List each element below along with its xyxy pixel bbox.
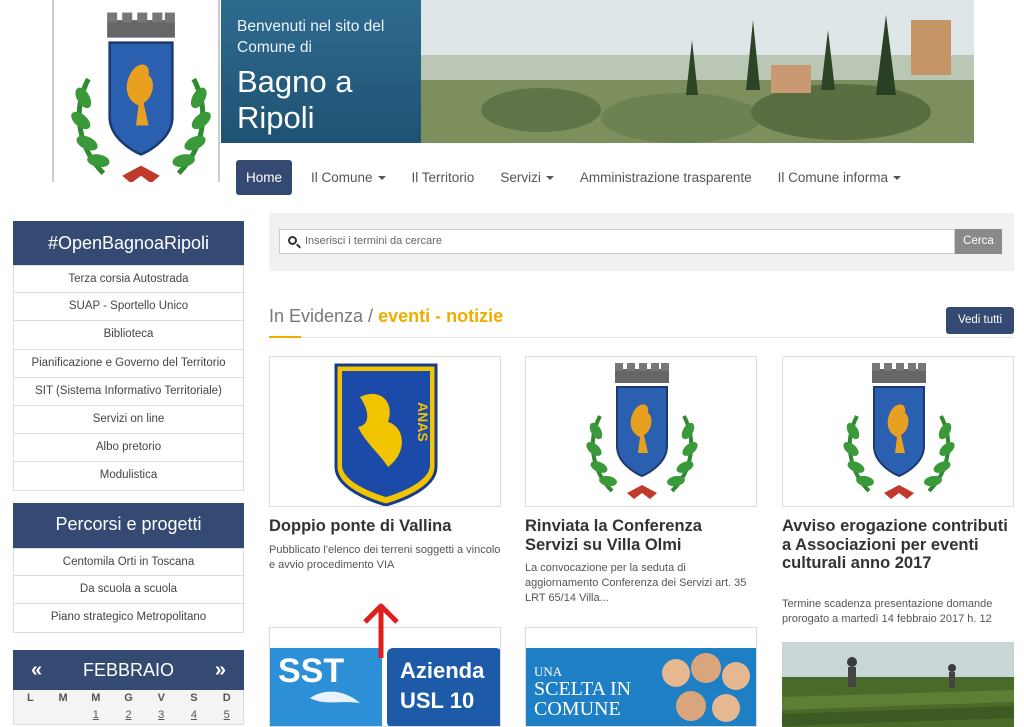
calendar-day[interactable]: 3 [145, 707, 178, 724]
nav-amministrazione-trasparente[interactable]: Amministrazione trasparente [567, 160, 765, 195]
calendar-prev-button[interactable]: « [31, 659, 42, 682]
view-all-button[interactable]: Vedi tutti [946, 307, 1014, 334]
banner-landscape-photo [421, 0, 974, 143]
calendar-weekday: V [157, 692, 165, 704]
calendar-weekday: D [222, 692, 231, 704]
sidebar-item[interactable]: Modulistica [13, 462, 244, 491]
sidebar-item[interactable]: SUAP - Sportello Unico [13, 293, 244, 322]
search-icon [288, 236, 297, 245]
banner-welcome-text: Benvenuti nel sito del Comune di [237, 18, 385, 56]
card-title[interactable]: Avviso erogazione contributi a Associazi… [782, 517, 1014, 573]
caret-down-icon [377, 176, 386, 181]
caret-down-icon [892, 176, 901, 181]
sidebar-item[interactable]: Biblioteca [13, 321, 244, 350]
nav-il-comune[interactable]: Il Comune [298, 160, 399, 195]
search-placeholder: Inserisci i termini da cercare [305, 235, 442, 247]
calendar-day[interactable]: 4 [178, 707, 211, 724]
scelta-line3: COMUNE [534, 698, 621, 720]
card-image-field[interactable] [782, 642, 1014, 727]
card-excerpt: Termine scadenza presentazione domande p… [782, 598, 993, 625]
calendar-day [47, 707, 80, 724]
calendar-weekday: S [190, 692, 198, 704]
usl-badge-left: SST [278, 652, 345, 690]
calendar-header: « FEBBRAIO » [13, 650, 244, 690]
search-button[interactable]: Cerca [955, 229, 1002, 254]
site-crest[interactable] [52, 0, 220, 182]
banner-welcome: Benvenuti nel sito del Comune di Bagno a… [221, 0, 421, 143]
section-underline [269, 336, 301, 338]
usl-badge-right-1: Azienda [400, 658, 485, 683]
sidebar-item[interactable]: Centomila Orti in Toscana [13, 548, 244, 577]
card-title[interactable]: Rinviata la Conferenza Servizi su Villa … [525, 517, 757, 554]
red-arrow-annotation [363, 603, 399, 658]
calendar-weekday: M [91, 692, 101, 704]
nav-il-comune-informa-label: Il Comune informa [777, 170, 888, 185]
crest-logo-icon [54, 0, 218, 182]
calendar-day[interactable]: 5 [210, 707, 243, 724]
card-image-anas[interactable]: ANAS [269, 356, 501, 507]
search-panel: Inserisci i termini da cercare Cerca [269, 213, 1014, 271]
crest-logo-icon [838, 361, 960, 501]
section-title-highlight[interactable]: eventi - notizie [378, 306, 503, 326]
main-nav: Home Il Comune Il Territorio Servizi Amm… [236, 160, 914, 195]
nav-il-comune-informa[interactable]: Il Comune informa [765, 160, 914, 195]
sidebar-item[interactable]: SIT (Sistema Informativo Territoriale) [13, 377, 244, 406]
calendar-day[interactable]: 1 [79, 707, 112, 724]
sidebar-item[interactable]: Servizi on line [13, 405, 244, 435]
card-title[interactable]: Doppio ponte di Vallina [269, 517, 501, 536]
nav-il-territorio[interactable]: Il Territorio [399, 160, 488, 195]
card-image-crest[interactable] [782, 356, 1014, 507]
nav-home[interactable]: Home [236, 160, 293, 195]
crest-logo-icon [581, 361, 703, 501]
calendar-grid: L M M G V S D 1 2 3 4 5 [13, 690, 244, 725]
search-input[interactable]: Inserisci i termini da cercare [279, 229, 955, 254]
calendar-next-button[interactable]: » [215, 659, 226, 682]
nav-servizi-label: Servizi [500, 170, 541, 185]
calendar-month: FEBBRAIO [82, 659, 175, 680]
calendar-weekday: G [124, 692, 133, 704]
sidebar-open-list: Terza corsia Autostrada SUAP - Sportello… [13, 265, 244, 491]
caret-down-icon [545, 176, 554, 181]
section-divider [301, 337, 1014, 338]
sidebar-item[interactable]: Pianificazione e Governo del Territorio [13, 349, 244, 378]
section-title-prefix: In Evidenza / [269, 306, 374, 326]
banner-site-name: Bagno a Ripoli [237, 64, 353, 135]
sidebar-percorsi-title: Percorsi e progetti [13, 503, 244, 548]
svg-text:ANAS: ANAS [415, 402, 431, 442]
sidebar-item[interactable]: Albo pretorio [13, 434, 244, 463]
nav-il-comune-label: Il Comune [311, 170, 373, 185]
sidebar-open-title: #OpenBagnoaRipoli [13, 221, 244, 265]
calendar-weekday: L [26, 692, 34, 704]
section-title: In Evidenza / eventi - notizie [269, 306, 503, 327]
sidebar-item[interactable]: Terza corsia Autostrada [13, 265, 244, 294]
usl-badge-right-2: USL 10 [400, 688, 475, 713]
calendar-day [14, 707, 47, 724]
card-image-scelta-comune[interactable]: UNA SCELTA IN COMUNE [525, 627, 757, 727]
card-image-crest[interactable] [525, 356, 757, 507]
card-excerpt: La convocazione per la seduta di aggiorn… [525, 562, 747, 604]
sidebar-item[interactable]: Piano strategico Metropolitano [13, 604, 244, 633]
anas-logo-icon: ANAS [334, 363, 438, 506]
sidebar-item[interactable]: Da scuola a scuola [13, 576, 244, 605]
nav-servizi[interactable]: Servizi [487, 160, 567, 195]
card-excerpt: Pubblicato l'elenco dei terreni soggetti… [269, 544, 501, 571]
sidebar-percorsi-list: Centomila Orti in Toscana Da scuola a sc… [13, 548, 244, 633]
calendar-weekday: M [58, 692, 68, 704]
field-workers-photo-icon [782, 642, 1014, 727]
calendar-day[interactable]: 2 [112, 707, 145, 724]
